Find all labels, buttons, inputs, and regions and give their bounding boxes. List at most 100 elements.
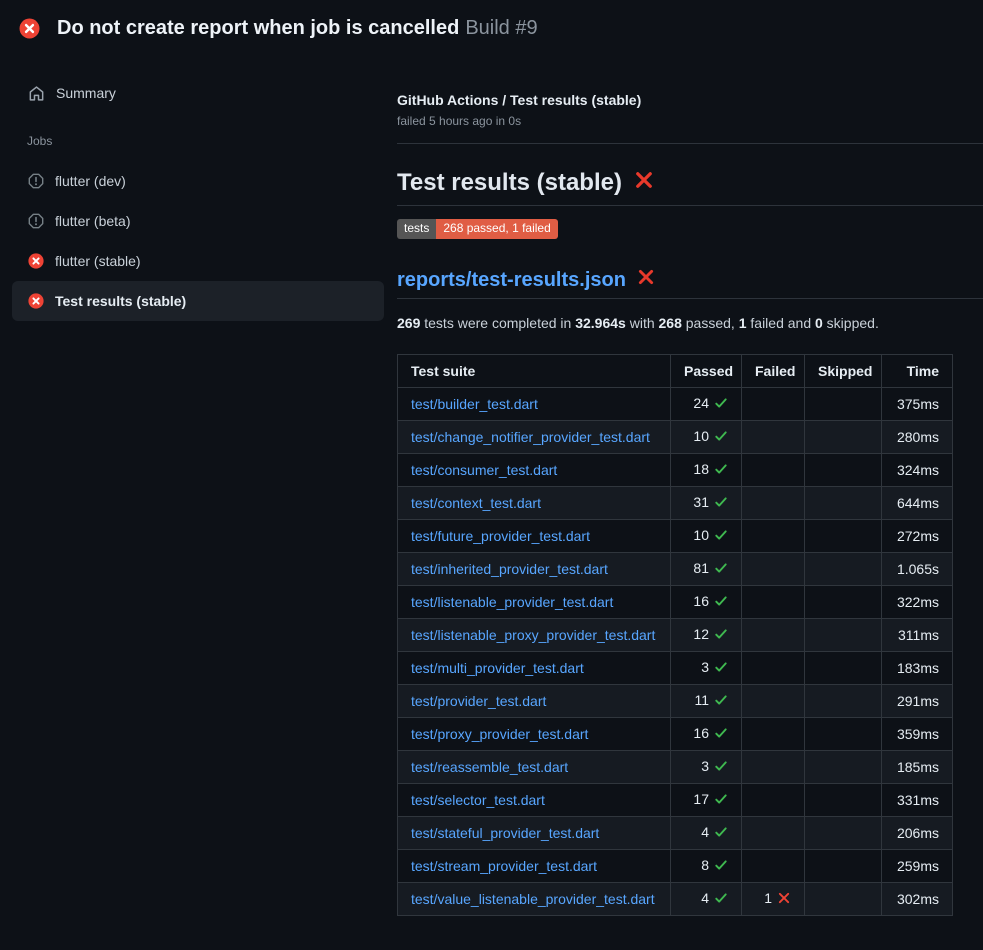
suite-link[interactable]: test/listenable_proxy_provider_test.dart <box>411 627 655 643</box>
check-icon <box>714 792 728 809</box>
table-row: test/listenable_proxy_provider_test.dart… <box>398 619 953 652</box>
table-row: test/context_test.dart31644ms <box>398 487 953 520</box>
passed-cell: 12 <box>671 619 742 652</box>
skipped-cell <box>805 487 882 520</box>
page-title-text: Do not create report when job is cancell… <box>57 17 459 39</box>
summary-segment: tests were completed in <box>420 315 575 331</box>
column-header-failed: Failed <box>742 355 805 388</box>
check-icon <box>714 429 728 446</box>
suite-link[interactable]: test/stateful_provider_test.dart <box>411 825 599 841</box>
run-subtitle: failed 5 hours ago in 0s <box>397 114 983 128</box>
suite-link[interactable]: test/value_listenable_provider_test.dart <box>411 891 655 907</box>
passed-cell: 17 <box>671 784 742 817</box>
time-cell: 1.065s <box>882 553 953 586</box>
time-cell: 331ms <box>882 784 953 817</box>
skipped-cell <box>805 850 882 883</box>
failed-cell <box>742 685 805 718</box>
report-title: reports/test-results.json <box>397 267 983 299</box>
suite-cell: test/builder_test.dart <box>398 388 671 421</box>
suite-cell: test/listenable_provider_test.dart <box>398 586 671 619</box>
suite-link[interactable]: test/stream_provider_test.dart <box>411 858 597 874</box>
suite-link[interactable]: test/inherited_provider_test.dart <box>411 561 608 577</box>
failed-cell <box>742 652 805 685</box>
sidebar-item-flutter-dev[interactable]: flutter (dev) <box>12 161 384 201</box>
summary-segment: 32.964s <box>575 315 626 331</box>
skipped-cell <box>805 718 882 751</box>
suite-link[interactable]: test/change_notifier_provider_test.dart <box>411 429 650 445</box>
skipped-cell <box>805 388 882 421</box>
passed-count: 10 <box>693 527 709 543</box>
table-row: test/multi_provider_test.dart3183ms <box>398 652 953 685</box>
summary-segment: with <box>626 315 659 331</box>
jobs-section-label: Jobs <box>27 134 397 148</box>
home-icon <box>28 85 45 102</box>
failed-cell <box>742 586 805 619</box>
table-row: test/proxy_provider_test.dart16359ms <box>398 718 953 751</box>
suite-link[interactable]: test/provider_test.dart <box>411 693 546 709</box>
report-link[interactable]: reports/test-results.json <box>397 267 626 293</box>
failed-status-icon <box>19 18 40 39</box>
skipped-cell <box>805 553 882 586</box>
check-run-page: Do not create report when job is cancell… <box>0 0 983 950</box>
time-cell: 311ms <box>882 619 953 652</box>
passed-cell: 31 <box>671 487 742 520</box>
check-icon <box>714 726 728 743</box>
suite-link[interactable]: test/selector_test.dart <box>411 792 545 808</box>
suite-cell: test/stateful_provider_test.dart <box>398 817 671 850</box>
table-row: test/selector_test.dart 17 331ms <box>398 784 953 817</box>
sidebar: Summary Jobs flutter (dev)flutter (beta)… <box>0 56 397 321</box>
time-cell: 183ms <box>882 652 953 685</box>
suite-link[interactable]: test/listenable_provider_test.dart <box>411 594 613 610</box>
summary-segment: skipped. <box>823 315 879 331</box>
table-row: test/consumer_test.dart 18 324ms <box>398 454 953 487</box>
failed-cell <box>742 784 805 817</box>
suite-link[interactable]: test/consumer_test.dart <box>411 462 557 478</box>
passed-cell: 4 <box>671 883 742 916</box>
failed-cell <box>742 388 805 421</box>
failed-cell <box>742 487 805 520</box>
time-cell: 280ms <box>882 421 953 454</box>
check-icon <box>714 825 728 842</box>
failed-cell <box>742 817 805 850</box>
suite-link[interactable]: test/multi_provider_test.dart <box>411 660 584 676</box>
x-icon <box>777 891 791 908</box>
suite-cell: test/proxy_provider_test.dart <box>398 718 671 751</box>
suite-link[interactable]: test/future_provider_test.dart <box>411 528 590 544</box>
sidebar-item-test-results-stable[interactable]: Test results (stable) <box>12 281 384 321</box>
sidebar-item-summary[interactable]: Summary <box>12 73 384 113</box>
skipped-cell <box>805 421 882 454</box>
table-row: test/reassemble_test.dart3185ms <box>398 751 953 784</box>
suite-link[interactable]: test/reassemble_test.dart <box>411 759 568 775</box>
sidebar-item-flutter-stable[interactable]: flutter (stable) <box>12 241 384 281</box>
passed-cell: 10 <box>671 421 742 454</box>
skipped-cell <box>805 751 882 784</box>
time-cell: 359ms <box>882 718 953 751</box>
suite-cell: test/future_provider_test.dart <box>398 520 671 553</box>
page-title: Do not create report when job is cancell… <box>57 17 538 40</box>
suite-cell: test/reassemble_test.dart <box>398 751 671 784</box>
failed-cell <box>742 421 805 454</box>
failed-x-icon <box>634 168 654 198</box>
suite-link[interactable]: test/proxy_provider_test.dart <box>411 726 588 742</box>
sidebar-summary-label: Summary <box>56 85 116 101</box>
time-cell: 324ms <box>882 454 953 487</box>
sidebar-item-flutter-beta[interactable]: flutter (beta) <box>12 201 384 241</box>
passed-cell: 24 <box>671 388 742 421</box>
check-icon <box>714 396 728 413</box>
sidebar-item-label: flutter (stable) <box>55 253 141 269</box>
suite-cell: test/selector_test.dart <box>398 784 671 817</box>
passed-count: 12 <box>693 626 709 642</box>
skipped-cell <box>805 454 882 487</box>
passed-cell: 18 <box>671 454 742 487</box>
passed-count: 3 <box>701 758 709 774</box>
passed-cell: 4 <box>671 817 742 850</box>
failed-cell <box>742 553 805 586</box>
suite-link[interactable]: test/builder_test.dart <box>411 396 538 412</box>
passed-count: 4 <box>701 890 709 906</box>
check-run-content: GitHub Actions / Test results (stable) f… <box>397 56 983 916</box>
skipped-cell <box>805 586 882 619</box>
check-icon <box>714 891 728 908</box>
failed-count: 1 <box>764 890 772 906</box>
failed-cell <box>742 718 805 751</box>
suite-link[interactable]: test/context_test.dart <box>411 495 541 511</box>
